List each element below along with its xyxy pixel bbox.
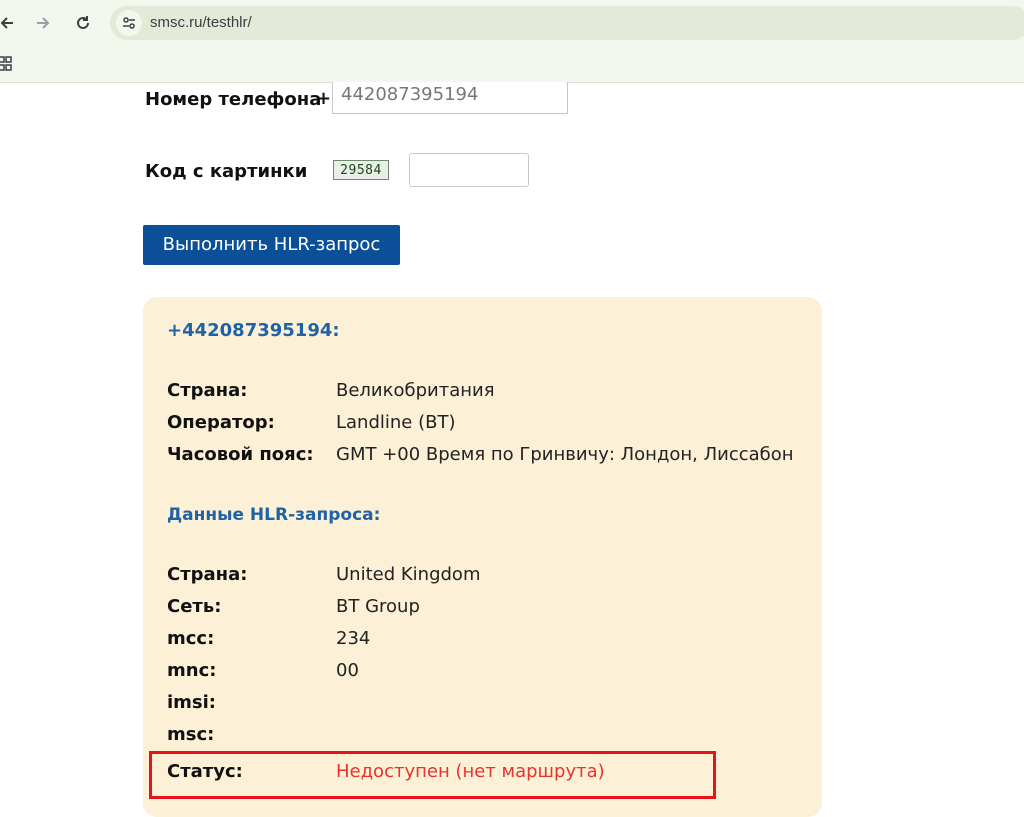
bookmarks-bar — [0, 46, 1024, 83]
captcha-label: Код с картинки — [145, 161, 308, 182]
reload-icon[interactable] — [70, 10, 96, 36]
mcc-label: mcc: — [167, 628, 215, 649]
phone-label: Номер телефона — [145, 89, 322, 110]
mcc-value: 234 — [336, 628, 371, 649]
address-bar[interactable]: smsc.ru/testhlr/ — [110, 6, 1024, 40]
site-info-icon[interactable] — [116, 10, 142, 36]
hlr-data-heading: Данные HLR-запроса: — [167, 505, 381, 525]
imsi-label: imsi: — [167, 692, 217, 713]
captcha-input[interactable] — [409, 153, 529, 187]
country-label: Страна: — [167, 380, 248, 401]
phone-prefix-plus: + — [316, 88, 332, 109]
operator-label: Оператор: — [167, 412, 275, 433]
mnc-label: mnc: — [167, 660, 217, 681]
mnc-value: 00 — [336, 660, 359, 681]
result-phone-heading: +442087395194: — [167, 320, 340, 341]
country-value: Великобритания — [336, 380, 495, 401]
timezone-label: Часовой пояс: — [167, 444, 314, 465]
status-highlight-box — [149, 751, 716, 799]
hlr-country-value: United Kingdom — [336, 564, 481, 585]
operator-value: Landline (BT) — [336, 412, 456, 433]
browser-toolbar: smsc.ru/testhlr/ — [0, 0, 1024, 46]
result-panel — [143, 297, 822, 817]
url-text[interactable]: smsc.ru/testhlr/ — [150, 14, 252, 31]
phone-input[interactable]: 442087395194 — [332, 82, 568, 114]
hlr-network-value: BT Group — [336, 596, 420, 617]
msc-label: msc: — [167, 724, 215, 745]
forward-arrow-icon[interactable] — [30, 10, 56, 36]
hlr-network-label: Сеть: — [167, 596, 222, 617]
back-arrow-icon[interactable] — [0, 10, 20, 36]
apps-grid-icon[interactable] — [0, 56, 12, 77]
hlr-submit-button[interactable]: Выполнить HLR-запрос — [143, 225, 400, 265]
timezone-value: GMT +00 Время по Гринвичу: Лондон, Лисса… — [336, 444, 794, 465]
captcha-image: 29584 — [333, 160, 389, 180]
hlr-country-label: Страна: — [167, 564, 248, 585]
